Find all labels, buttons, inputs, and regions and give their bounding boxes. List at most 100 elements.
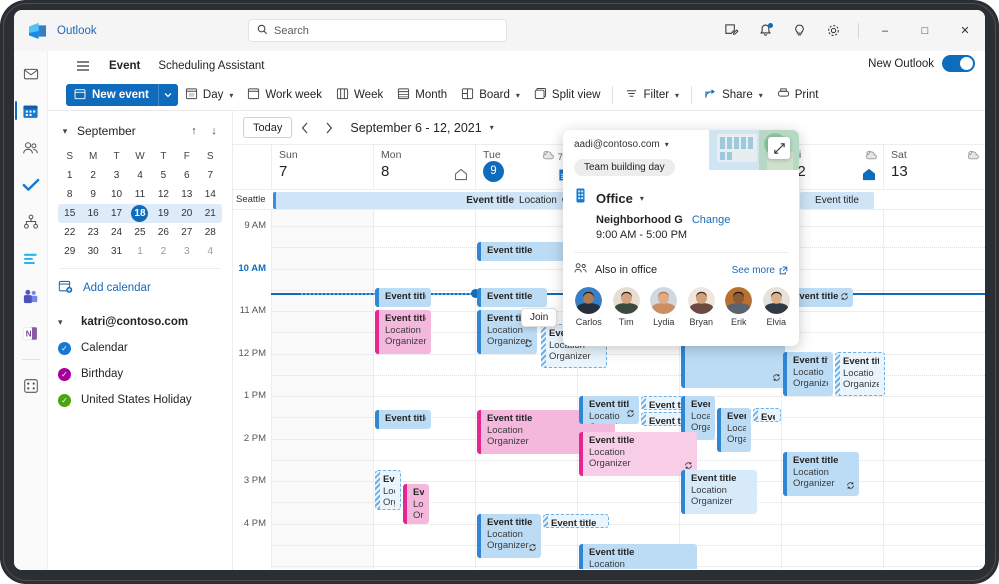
mini-week-row[interactable]: 29 30 31 1 2 3 4 — [58, 242, 222, 261]
calendar-checkbox[interactable]: ✓ — [58, 367, 71, 381]
calendar-event[interactable]: Even — [753, 408, 781, 422]
mini-day[interactable]: 16 — [81, 204, 105, 223]
person-chip[interactable]: Tim — [610, 287, 644, 327]
mini-day[interactable]: 6 — [175, 166, 198, 185]
calendar-list-item-birthday[interactable]: ✓ Birthday — [48, 361, 232, 387]
join-tooltip-button[interactable]: Join — [521, 308, 558, 327]
mini-day[interactable]: 18 — [128, 204, 152, 223]
mini-day[interactable]: 5 — [152, 166, 175, 185]
mini-day[interactable]: 13 — [175, 185, 198, 204]
rail-item-onenote[interactable]: N — [16, 320, 46, 346]
day-header-sat[interactable]: Sat 13 — [883, 145, 985, 189]
popup-status-row[interactable]: Office ▾ — [563, 176, 799, 209]
calendar-event[interactable]: Event titleLocationOrganizer — [375, 310, 431, 354]
calendar-event[interactable]: EvenLocaOrga — [717, 408, 751, 452]
search-input[interactable]: Search — [248, 19, 507, 42]
rail-item-todo[interactable] — [16, 172, 46, 198]
maximize-button[interactable]: □ — [905, 10, 945, 51]
mini-day[interactable]: 1 — [58, 166, 81, 185]
mini-day[interactable]: 10 — [105, 185, 128, 204]
arrow-down-icon[interactable]: ↓ — [204, 125, 224, 137]
calendar-event[interactable]: EverLocaOrga — [403, 484, 429, 524]
mini-day[interactable]: 31 — [105, 242, 128, 261]
tab-scheduling-assistant[interactable]: Scheduling Assistant — [149, 51, 273, 80]
day-header-mon[interactable]: Mon 8 — [373, 145, 475, 189]
lightbulb-icon[interactable] — [784, 17, 814, 45]
calendar-event[interactable]: Event titleLocationOrganizer — [579, 544, 697, 569]
rail-item-app-launcher[interactable] — [16, 373, 46, 399]
popup-see-more-link[interactable]: See more — [732, 265, 788, 276]
tab-event[interactable]: Event — [100, 51, 149, 80]
person-chip[interactable]: Carlos — [572, 287, 606, 327]
view-board-button[interactable]: Board ▾ — [454, 83, 527, 107]
view-day-button[interactable]: Day ▾ — [178, 83, 240, 107]
view-month-button[interactable]: Month — [390, 83, 454, 107]
mini-week-row[interactable]: 8 9 10 11 12 13 14 — [58, 185, 222, 204]
mini-day[interactable]: 15 — [58, 204, 82, 223]
mini-day[interactable]: 23 — [81, 223, 104, 242]
mini-week-row[interactable]: 22 23 24 25 26 27 28 — [58, 223, 222, 242]
chevron-down-icon[interactable]: ▾ — [640, 194, 644, 203]
day-number[interactable]: 7 — [279, 162, 366, 181]
calendar-event[interactable]: Event titleLocationOrganizer — [681, 470, 757, 514]
share-button[interactable]: Share ▾ — [697, 83, 770, 107]
day-number-selected[interactable]: 9 — [483, 161, 504, 182]
mini-day[interactable]: 27 — [175, 223, 198, 242]
notification-bell-icon[interactable] — [750, 17, 780, 45]
all-day-event-secondary[interactable]: Event title — [800, 192, 874, 209]
new-outlook-toggle[interactable] — [942, 55, 975, 72]
arrow-up-icon[interactable]: ↑ — [184, 125, 204, 137]
mini-day[interactable]: 14 — [199, 185, 222, 204]
rail-item-org-hierarchy[interactable] — [16, 209, 46, 235]
mini-day[interactable]: 9 — [81, 185, 104, 204]
calendar-event[interactable]: Event title — [375, 288, 431, 307]
calendar-checkbox[interactable]: ✓ — [58, 393, 71, 407]
person-chip[interactable]: Bryan — [685, 287, 719, 327]
mini-week-row[interactable]: 15 16 17 18 19 20 21 — [58, 204, 222, 223]
mini-calendar-grid[interactable]: SMTWTFS 1 2 3 4 5 6 7 8 9 10 11 12 13 14 15 16 17 18 19 20 2… — [48, 145, 232, 261]
calendar-event[interactable]: Event title — [543, 514, 609, 528]
rail-item-teams[interactable] — [16, 283, 46, 309]
mini-day[interactable]: 17 — [104, 204, 129, 223]
mini-day[interactable]: 24 — [105, 223, 128, 242]
person-chip[interactable]: Erik — [722, 287, 756, 327]
calendar-event[interactable]: Event titleLocationOrganizer — [477, 514, 541, 558]
work-location-popup[interactable]: aadi@contoso.com ▾ Team building day Off… — [563, 130, 799, 346]
calendar-event[interactable]: Event titlLocatioOrganize — [835, 352, 885, 396]
calendar-checkbox[interactable]: ✓ — [58, 341, 71, 355]
add-calendar-button[interactable]: Add calendar — [48, 275, 232, 301]
calendar-event[interactable]: Event titlLocatioOrganize — [579, 396, 639, 424]
person-chip[interactable]: Elvia — [760, 287, 794, 327]
prev-week-button[interactable] — [294, 117, 316, 139]
mini-day[interactable]: 3 — [175, 242, 198, 261]
view-work-week-button[interactable]: Work week — [240, 83, 329, 107]
calendar-event[interactable]: Event titlLocatioOrganize — [783, 352, 833, 396]
rail-item-people[interactable] — [16, 135, 46, 161]
day-header-sun[interactable]: Sun 7 — [271, 145, 373, 189]
settings-gear-icon[interactable] — [818, 17, 848, 45]
mini-day[interactable]: 8 — [58, 185, 81, 204]
mini-day[interactable]: 3 — [105, 166, 128, 185]
chevron-down-icon[interactable]: ▾ — [56, 126, 74, 137]
mini-week-row[interactable]: 1 2 3 4 5 6 7 — [58, 166, 222, 185]
next-week-button[interactable] — [318, 117, 340, 139]
day-header-tue[interactable]: Tue972° — [475, 145, 577, 189]
mini-day[interactable]: 20 — [175, 204, 199, 223]
split-view-button[interactable]: Split view — [527, 83, 608, 107]
new-event-button[interactable]: New event — [66, 84, 158, 106]
view-week-button[interactable]: Week — [329, 83, 390, 107]
calendar-list-item-calendar[interactable]: ✓ Calendar — [48, 335, 232, 361]
mini-day[interactable]: 22 — [58, 223, 81, 242]
new-outlook-toggle-group[interactable]: New Outlook — [868, 55, 975, 72]
mini-day[interactable]: 19 — [151, 204, 176, 223]
calendar-event[interactable]: EverLocaOrga — [375, 470, 401, 510]
person-chip[interactable]: Lydia — [647, 287, 681, 327]
new-event-dropdown-button[interactable] — [157, 84, 178, 106]
mini-day[interactable]: 30 — [81, 242, 104, 261]
mini-day[interactable]: 2 — [81, 166, 104, 185]
mini-day[interactable]: 1 — [128, 242, 151, 261]
mini-day[interactable]: 28 — [199, 223, 222, 242]
mini-day[interactable]: 4 — [199, 242, 222, 261]
today-button[interactable]: Today — [243, 117, 293, 138]
rail-item-lists[interactable] — [16, 246, 46, 272]
